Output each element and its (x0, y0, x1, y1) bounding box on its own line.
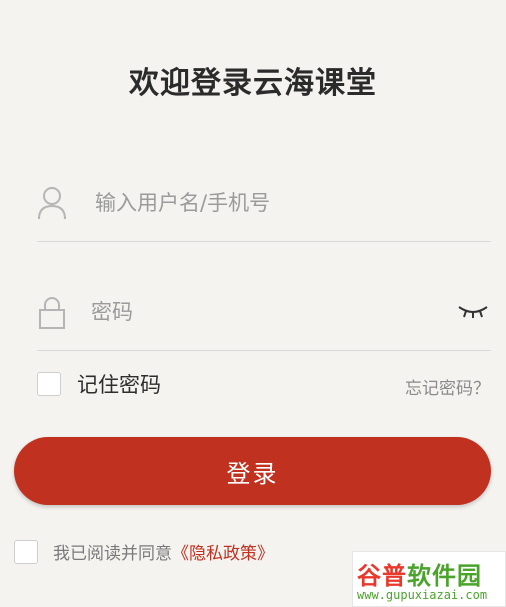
user-icon (38, 187, 66, 220)
login-button[interactable]: 登录 (14, 437, 491, 505)
password-input[interactable] (91, 293, 451, 331)
agree-checkbox[interactable] (14, 539, 38, 564)
username-input[interactable] (95, 184, 455, 222)
remember-checkbox[interactable] (37, 372, 61, 396)
page-title: 欢迎登录云海课堂 (129, 66, 377, 101)
lock-icon (39, 297, 65, 329)
privacy-agreement: 我已阅读并同意 《隐私政策》 (14, 539, 274, 564)
watermark-url: www.gupuxiazai.com (357, 588, 488, 602)
privacy-policy-link[interactable]: 《隐私政策》 (172, 539, 274, 564)
watermark-logo: 谷普软件园 www.gupuxiazai.com (352, 551, 506, 607)
password-field (37, 281, 491, 351)
remember-password: 记住密码 (37, 369, 161, 399)
forgot-password-link[interactable]: 忘记密码？ (405, 374, 490, 399)
username-field (37, 172, 491, 242)
remember-label: 记住密码 (77, 373, 161, 397)
watermark-brand: 谷普软件园 (357, 562, 482, 590)
eye-closed-icon[interactable] (457, 301, 489, 321)
agree-text: 我已阅读并同意 (53, 544, 172, 564)
